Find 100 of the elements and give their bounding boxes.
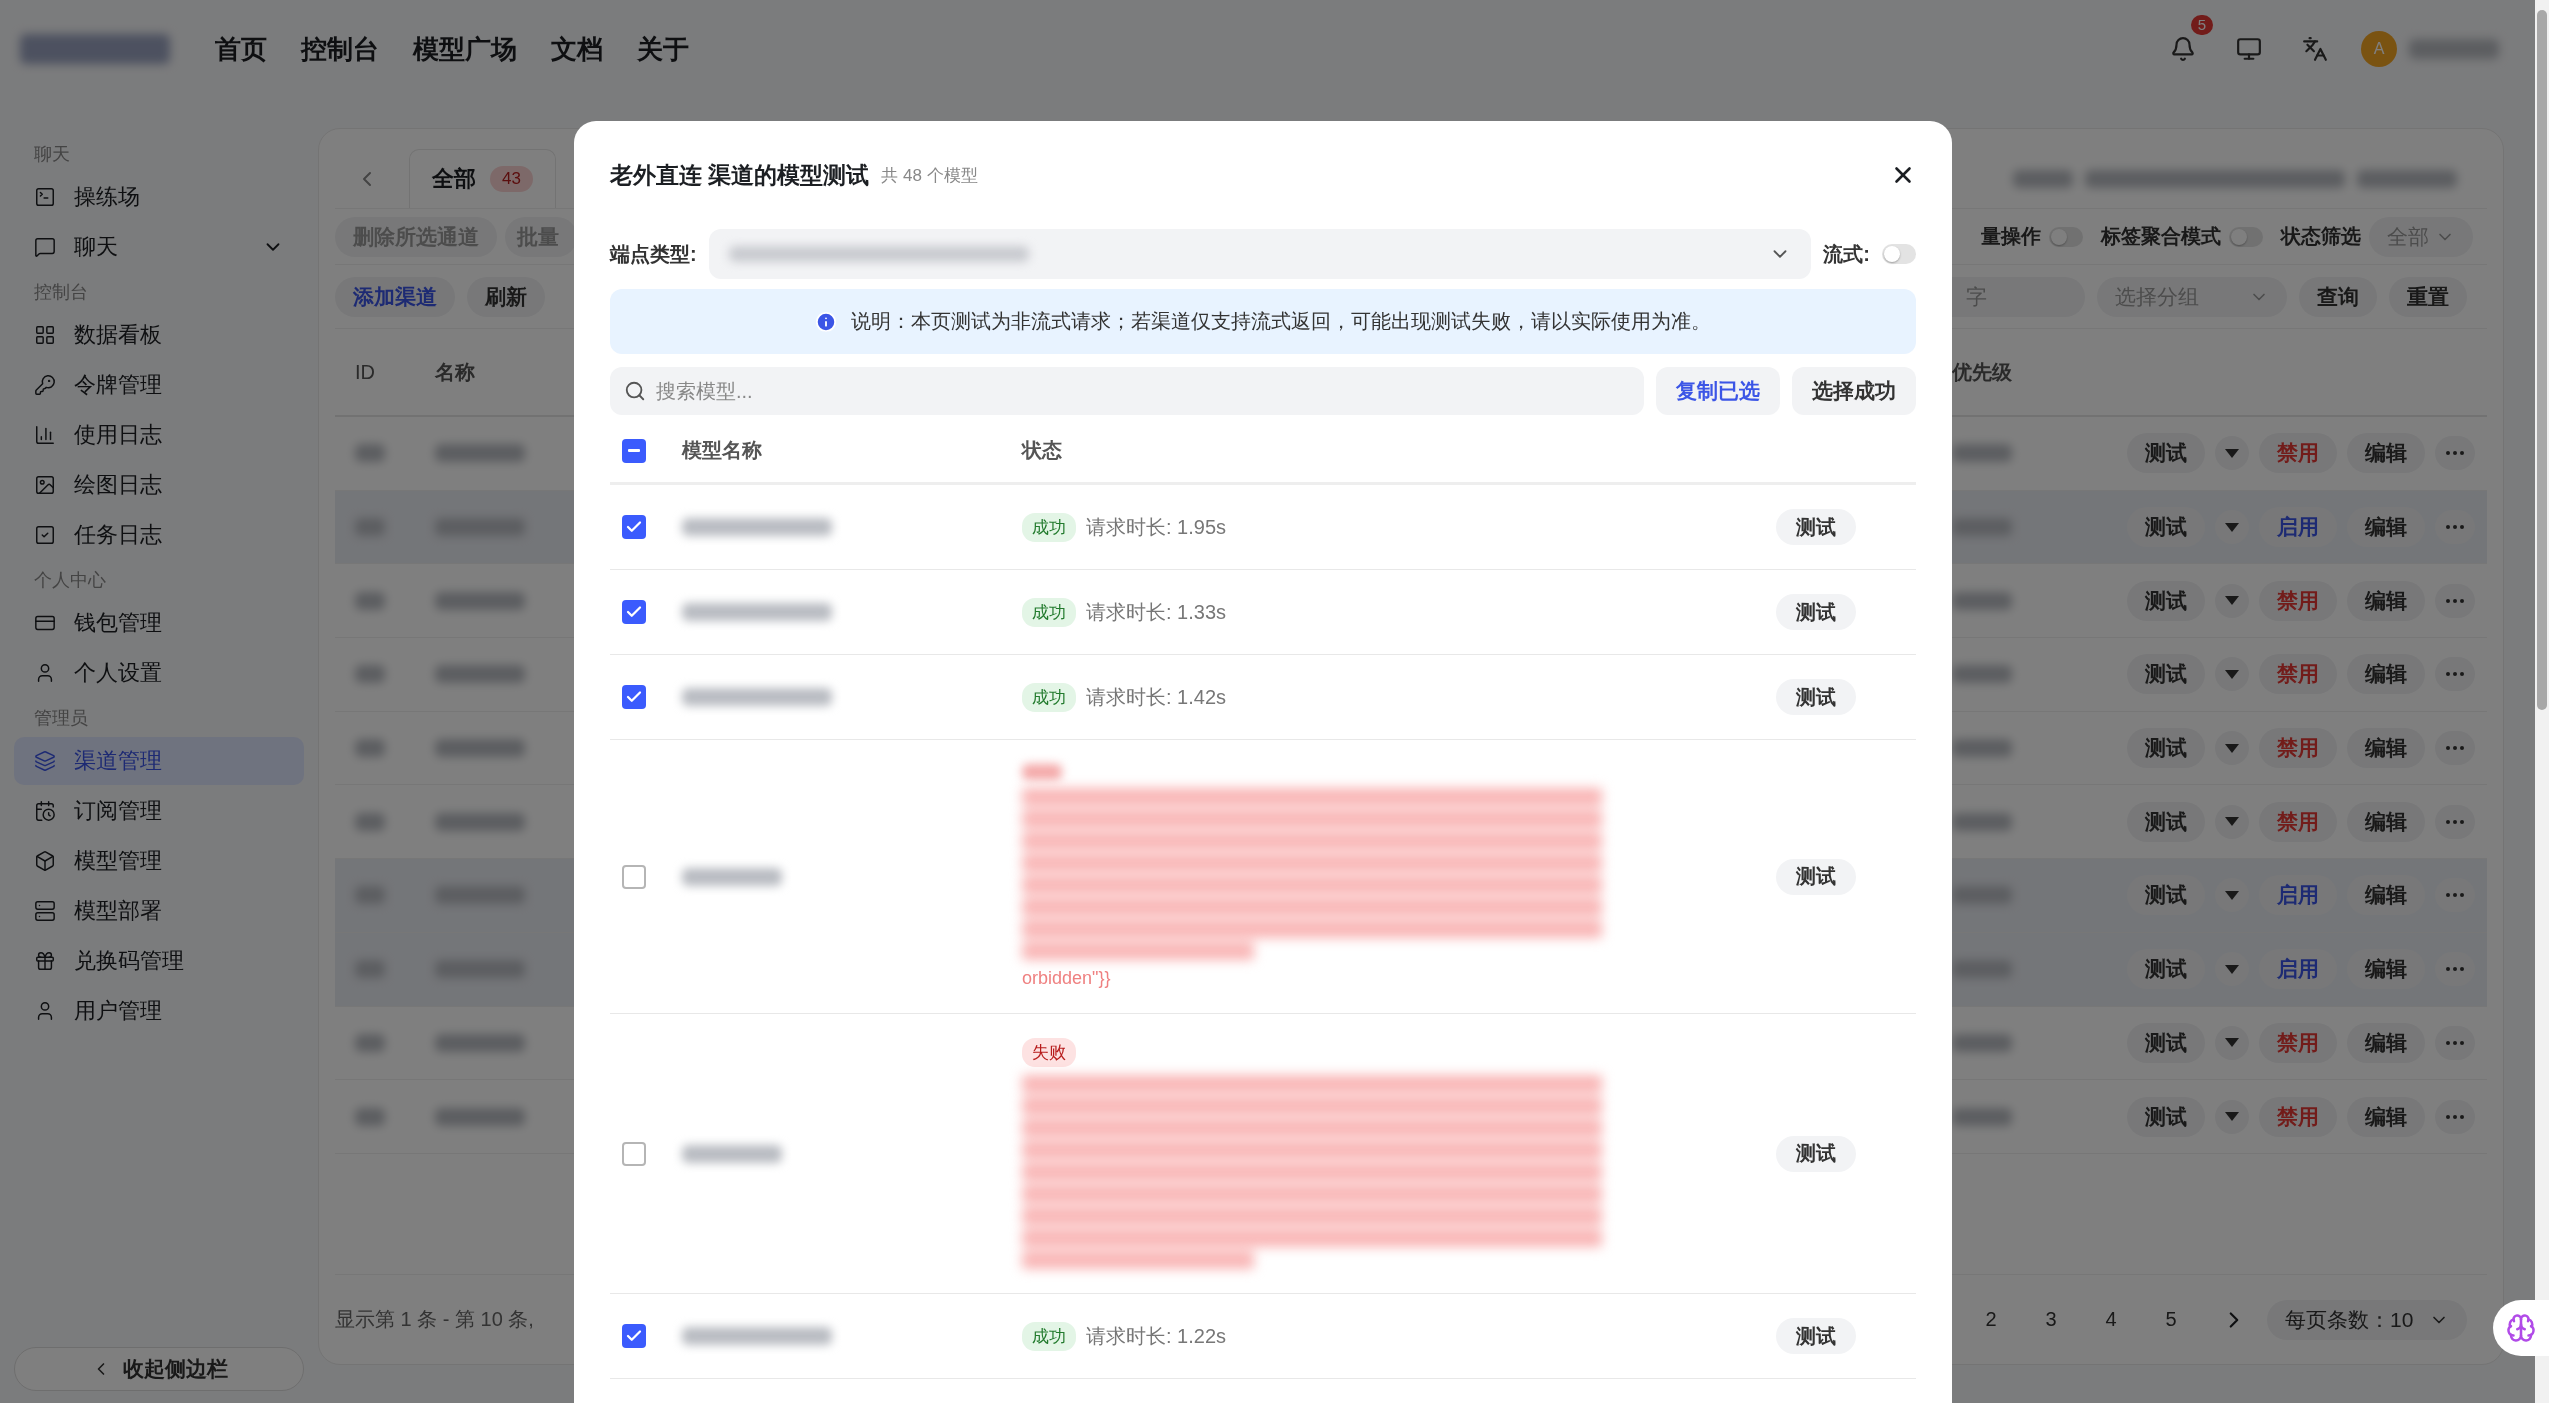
page-link[interactable]: 4 <box>2081 1308 2141 1331</box>
scrollbar[interactable] <box>2535 0 2549 1403</box>
more-button[interactable] <box>2435 1099 2475 1134</box>
blurred-text <box>1952 665 2012 684</box>
toolbar-button[interactable]: 添加渠道 <box>335 276 455 317</box>
test-button[interactable]: 测试 <box>1776 1318 1856 1354</box>
layers-icon <box>34 750 56 772</box>
test-button[interactable]: 测试 <box>2127 801 2205 842</box>
select-success-button[interactable]: 选择成功 <box>1792 367 1916 415</box>
dropdown-button[interactable] <box>2215 1025 2249 1060</box>
sidebar-item[interactable]: 个人设置 <box>14 649 304 697</box>
sidebar-item[interactable]: 任务日志 <box>14 511 304 559</box>
page-link[interactable]: 5 <box>2141 1308 2201 1331</box>
assistant-button[interactable] <box>2493 1300 2549 1356</box>
page-size-select[interactable]: 每页条数：10 <box>2267 1299 2467 1340</box>
collapse-sidebar-button[interactable]: 收起侧边栏 <box>14 1347 304 1391</box>
test-button[interactable]: 测试 <box>1776 858 1856 895</box>
dropdown-button[interactable] <box>2215 436 2249 471</box>
more-icon <box>2446 451 2464 456</box>
dropdown-button[interactable] <box>2215 657 2249 692</box>
test-button[interactable]: 测试 <box>2127 433 2205 474</box>
sidebar-item[interactable]: 订阅管理 <box>14 787 304 835</box>
row-checkbox[interactable] <box>622 515 646 539</box>
nav-link[interactable]: 控制台 <box>301 31 379 67</box>
page-link[interactable]: 2 <box>1961 1308 2021 1331</box>
toggle-status-button[interactable]: 禁用 <box>2259 1096 2337 1137</box>
more-icon <box>2446 819 2464 824</box>
test-button[interactable]: 测试 <box>2127 1022 2205 1063</box>
more-button[interactable] <box>2435 731 2475 766</box>
query-button[interactable]: 查询 <box>2299 276 2377 317</box>
row-checkbox[interactable] <box>622 864 646 889</box>
sidebar-item[interactable]: 渠道管理 <box>14 737 304 785</box>
row-checkbox[interactable] <box>622 685 646 709</box>
reset-button[interactable]: 重置 <box>2389 276 2467 317</box>
test-button[interactable]: 测试 <box>1776 509 1856 545</box>
nav-link[interactable]: 首页 <box>215 31 267 67</box>
more-button[interactable] <box>2435 657 2475 692</box>
more-button[interactable] <box>2435 1025 2475 1060</box>
test-button[interactable]: 测试 <box>1776 1135 1856 1172</box>
sidebar-item[interactable]: 兑换码管理 <box>14 937 304 985</box>
batch-toggle[interactable] <box>2049 226 2083 247</box>
row-checkbox[interactable] <box>622 1141 646 1166</box>
caret-down-icon <box>2225 964 2239 974</box>
edit-button[interactable]: 编辑 <box>2347 654 2425 695</box>
test-button[interactable]: 测试 <box>1776 679 1856 715</box>
sidebar-item[interactable]: 使用日志 <box>14 411 304 459</box>
edit-button[interactable]: 编辑 <box>2347 801 2425 842</box>
test-button[interactable]: 测试 <box>2127 728 2205 769</box>
dropdown-button[interactable] <box>2215 804 2249 839</box>
checkbox-icon <box>34 524 56 546</box>
status-badge: 成功 <box>1022 1321 1076 1351</box>
test-button[interactable]: 测试 <box>2127 1096 2205 1137</box>
dropdown-button[interactable] <box>2215 583 2249 618</box>
sidebar-item[interactable]: 数据看板 <box>14 311 304 359</box>
test-button[interactable]: 测试 <box>2127 654 2205 695</box>
blurred-text <box>1952 886 2012 905</box>
sidebar-item[interactable]: 钱包管理 <box>14 599 304 647</box>
test-button[interactable]: 测试 <box>2127 580 2205 621</box>
caret-down-icon <box>2225 1112 2239 1122</box>
sidebar-item[interactable]: 令牌管理 <box>14 361 304 409</box>
sidebar-item[interactable]: 模型部署 <box>14 887 304 935</box>
tab[interactable]: 全部 43 <box>409 149 556 208</box>
edit-button[interactable]: 编辑 <box>2347 433 2425 474</box>
edit-button[interactable]: 编辑 <box>2347 1022 2425 1063</box>
edit-button[interactable]: 编辑 <box>2347 728 2425 769</box>
toggle-status-button[interactable]: 禁用 <box>2259 433 2337 474</box>
more-button[interactable] <box>2435 804 2475 839</box>
sidebar-item[interactable]: 绘图日志 <box>14 461 304 509</box>
dropdown-button[interactable] <box>2215 731 2249 766</box>
sidebar-item[interactable]: 用户管理 <box>14 987 304 1035</box>
endpoint-label: 端点类型: <box>610 241 697 267</box>
select-all-checkbox[interactable] <box>622 438 646 463</box>
edit-button[interactable]: 编辑 <box>2347 1096 2425 1137</box>
stream-toggle[interactable] <box>1882 244 1916 264</box>
sidebar-item[interactable]: 操练场 <box>14 173 304 221</box>
dropdown-button[interactable] <box>2215 1099 2249 1134</box>
tag-mode-toggle[interactable] <box>2229 226 2263 247</box>
page-link[interactable]: 3 <box>2021 1308 2081 1331</box>
caret-down-icon <box>2225 1038 2239 1048</box>
copy-selected-button[interactable]: 复制已选 <box>1656 367 1780 415</box>
test-button[interactable]: 测试 <box>1776 594 1856 630</box>
nav-link[interactable]: 文档 <box>551 31 603 67</box>
grid-icon <box>34 324 56 346</box>
nav-link[interactable]: 模型广场 <box>413 31 517 67</box>
sidebar-item[interactable]: 模型管理 <box>14 837 304 885</box>
nav-link[interactable]: 关于 <box>637 31 689 67</box>
search-field[interactable]: 搜索模型... <box>610 367 1644 415</box>
row-checkbox[interactable] <box>622 1324 646 1348</box>
sidebar-item[interactable]: 聊天 <box>14 223 304 271</box>
more-button[interactable] <box>2435 583 2475 618</box>
section-title: 控制台 <box>33 281 89 304</box>
toggle-status-button[interactable]: 禁用 <box>2259 728 2337 769</box>
toggle-status-button[interactable]: 禁用 <box>2259 654 2337 695</box>
toolbar-button[interactable]: 刷新 <box>467 276 545 317</box>
row-checkbox[interactable] <box>622 600 646 624</box>
toggle-status-button[interactable]: 禁用 <box>2259 1022 2337 1063</box>
edit-button[interactable]: 编辑 <box>2347 580 2425 621</box>
more-button[interactable] <box>2435 436 2475 471</box>
toggle-status-button[interactable]: 禁用 <box>2259 580 2337 621</box>
toggle-status-button[interactable]: 禁用 <box>2259 801 2337 842</box>
